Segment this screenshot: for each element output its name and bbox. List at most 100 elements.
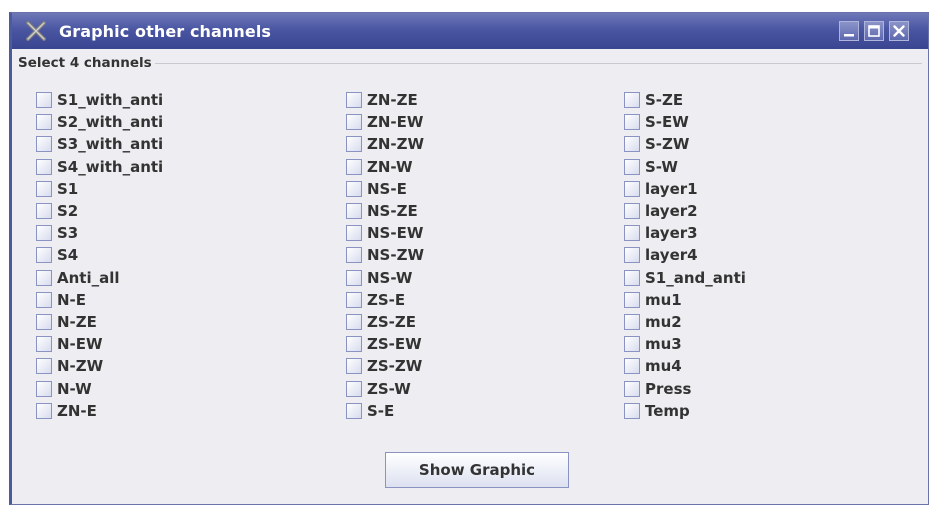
- channel-checkbox[interactable]: layer4: [624, 244, 746, 266]
- checkbox-box[interactable]: [36, 158, 52, 175]
- checkbox-label[interactable]: N-E: [57, 291, 86, 309]
- channel-checkbox[interactable]: layer3: [624, 222, 746, 244]
- checkbox-box[interactable]: [624, 291, 640, 308]
- checkbox-box[interactable]: [346, 358, 362, 375]
- checkbox-box[interactable]: [624, 313, 640, 330]
- checkbox-label[interactable]: mu4: [645, 357, 682, 375]
- channel-checkbox[interactable]: ZS-EW: [346, 333, 424, 355]
- channel-checkbox[interactable]: S-ZE: [624, 89, 746, 111]
- checkbox-box[interactable]: [346, 336, 362, 353]
- channel-checkbox[interactable]: NS-E: [346, 178, 424, 200]
- channel-checkbox[interactable]: Anti_all: [36, 267, 163, 289]
- checkbox-label[interactable]: N-W: [57, 380, 92, 398]
- channel-checkbox[interactable]: mu2: [624, 311, 746, 333]
- checkbox-box[interactable]: [346, 203, 362, 220]
- checkbox-label[interactable]: ZN-ZE: [367, 91, 418, 109]
- checkbox-label[interactable]: layer2: [645, 202, 698, 220]
- checkbox-label[interactable]: NS-ZW: [367, 246, 424, 264]
- channel-checkbox[interactable]: mu4: [624, 355, 746, 377]
- checkbox-label[interactable]: ZS-W: [367, 380, 411, 398]
- channel-checkbox[interactable]: ZN-W: [346, 156, 424, 178]
- channel-checkbox[interactable]: N-ZE: [36, 311, 163, 333]
- checkbox-label[interactable]: S-W: [645, 158, 678, 176]
- channel-checkbox[interactable]: N-EW: [36, 333, 163, 355]
- checkbox-label[interactable]: mu2: [645, 313, 682, 331]
- channel-checkbox[interactable]: Temp: [624, 400, 746, 422]
- channel-checkbox[interactable]: NS-W: [346, 267, 424, 289]
- channel-checkbox[interactable]: ZS-W: [346, 377, 424, 399]
- checkbox-box[interactable]: [346, 313, 362, 330]
- channel-checkbox[interactable]: S1: [36, 178, 163, 200]
- checkbox-box[interactable]: [36, 269, 52, 286]
- channel-checkbox[interactable]: S-E: [346, 400, 424, 422]
- channel-checkbox[interactable]: S3_with_anti: [36, 133, 163, 155]
- checkbox-box[interactable]: [36, 92, 52, 109]
- checkbox-label[interactable]: N-ZE: [57, 313, 97, 331]
- checkbox-label[interactable]: mu3: [645, 335, 682, 353]
- checkbox-label[interactable]: layer3: [645, 224, 698, 242]
- checkbox-box[interactable]: [624, 158, 640, 175]
- channel-checkbox[interactable]: ZN-ZW: [346, 133, 424, 155]
- checkbox-box[interactable]: [624, 225, 640, 242]
- checkbox-label[interactable]: ZN-EW: [367, 113, 423, 131]
- channel-checkbox[interactable]: ZN-ZE: [346, 89, 424, 111]
- checkbox-label[interactable]: layer4: [645, 246, 698, 264]
- close-button[interactable]: [889, 21, 909, 41]
- checkbox-box[interactable]: [624, 358, 640, 375]
- checkbox-box[interactable]: [346, 158, 362, 175]
- checkbox-box[interactable]: [624, 180, 640, 197]
- checkbox-label[interactable]: S1_and_anti: [645, 269, 746, 287]
- checkbox-label[interactable]: ZS-EW: [367, 335, 422, 353]
- checkbox-box[interactable]: [624, 269, 640, 286]
- checkbox-box[interactable]: [624, 336, 640, 353]
- checkbox-label[interactable]: ZN-W: [367, 158, 413, 176]
- checkbox-box[interactable]: [624, 380, 640, 397]
- checkbox-box[interactable]: [346, 402, 362, 419]
- checkbox-box[interactable]: [346, 114, 362, 131]
- checkbox-label[interactable]: NS-EW: [367, 224, 423, 242]
- channel-checkbox[interactable]: S-ZW: [624, 133, 746, 155]
- checkbox-box[interactable]: [624, 136, 640, 153]
- channel-checkbox[interactable]: S2: [36, 200, 163, 222]
- checkbox-label[interactable]: ZN-E: [57, 402, 97, 420]
- checkbox-label[interactable]: Anti_all: [57, 269, 120, 287]
- channel-checkbox[interactable]: mu1: [624, 289, 746, 311]
- checkbox-box[interactable]: [36, 336, 52, 353]
- checkbox-box[interactable]: [36, 380, 52, 397]
- channel-checkbox[interactable]: S3: [36, 222, 163, 244]
- checkbox-label[interactable]: S4: [57, 246, 78, 264]
- checkbox-box[interactable]: [346, 92, 362, 109]
- show-graphic-button[interactable]: Show Graphic: [385, 452, 569, 488]
- checkbox-label[interactable]: S3: [57, 224, 78, 242]
- checkbox-label[interactable]: S2: [57, 202, 78, 220]
- channel-checkbox[interactable]: ZS-ZE: [346, 311, 424, 333]
- channel-checkbox[interactable]: N-ZW: [36, 355, 163, 377]
- channel-checkbox[interactable]: S4_with_anti: [36, 156, 163, 178]
- checkbox-box[interactable]: [624, 92, 640, 109]
- checkbox-label[interactable]: ZN-ZW: [367, 135, 424, 153]
- checkbox-label[interactable]: ZS-E: [367, 291, 405, 309]
- channel-checkbox[interactable]: S4: [36, 244, 163, 266]
- channel-checkbox[interactable]: layer2: [624, 200, 746, 222]
- channel-checkbox[interactable]: ZN-EW: [346, 111, 424, 133]
- checkbox-box[interactable]: [624, 114, 640, 131]
- checkbox-box[interactable]: [36, 402, 52, 419]
- checkbox-box[interactable]: [36, 291, 52, 308]
- checkbox-box[interactable]: [346, 380, 362, 397]
- title-bar[interactable]: Graphic other channels: [12, 13, 928, 49]
- checkbox-label[interactable]: S-E: [367, 402, 394, 420]
- channel-checkbox[interactable]: layer1: [624, 178, 746, 200]
- checkbox-box[interactable]: [624, 247, 640, 264]
- checkbox-label[interactable]: ZS-ZE: [367, 313, 416, 331]
- checkbox-label[interactable]: Press: [645, 380, 691, 398]
- checkbox-label[interactable]: S1: [57, 180, 78, 198]
- channel-checkbox[interactable]: mu3: [624, 333, 746, 355]
- checkbox-box[interactable]: [346, 247, 362, 264]
- checkbox-label[interactable]: NS-ZE: [367, 202, 418, 220]
- checkbox-label[interactable]: ZS-ZW: [367, 357, 422, 375]
- channel-checkbox[interactable]: S-W: [624, 156, 746, 178]
- checkbox-box[interactable]: [36, 203, 52, 220]
- checkbox-box[interactable]: [36, 247, 52, 264]
- checkbox-box[interactable]: [346, 225, 362, 242]
- channel-checkbox[interactable]: NS-EW: [346, 222, 424, 244]
